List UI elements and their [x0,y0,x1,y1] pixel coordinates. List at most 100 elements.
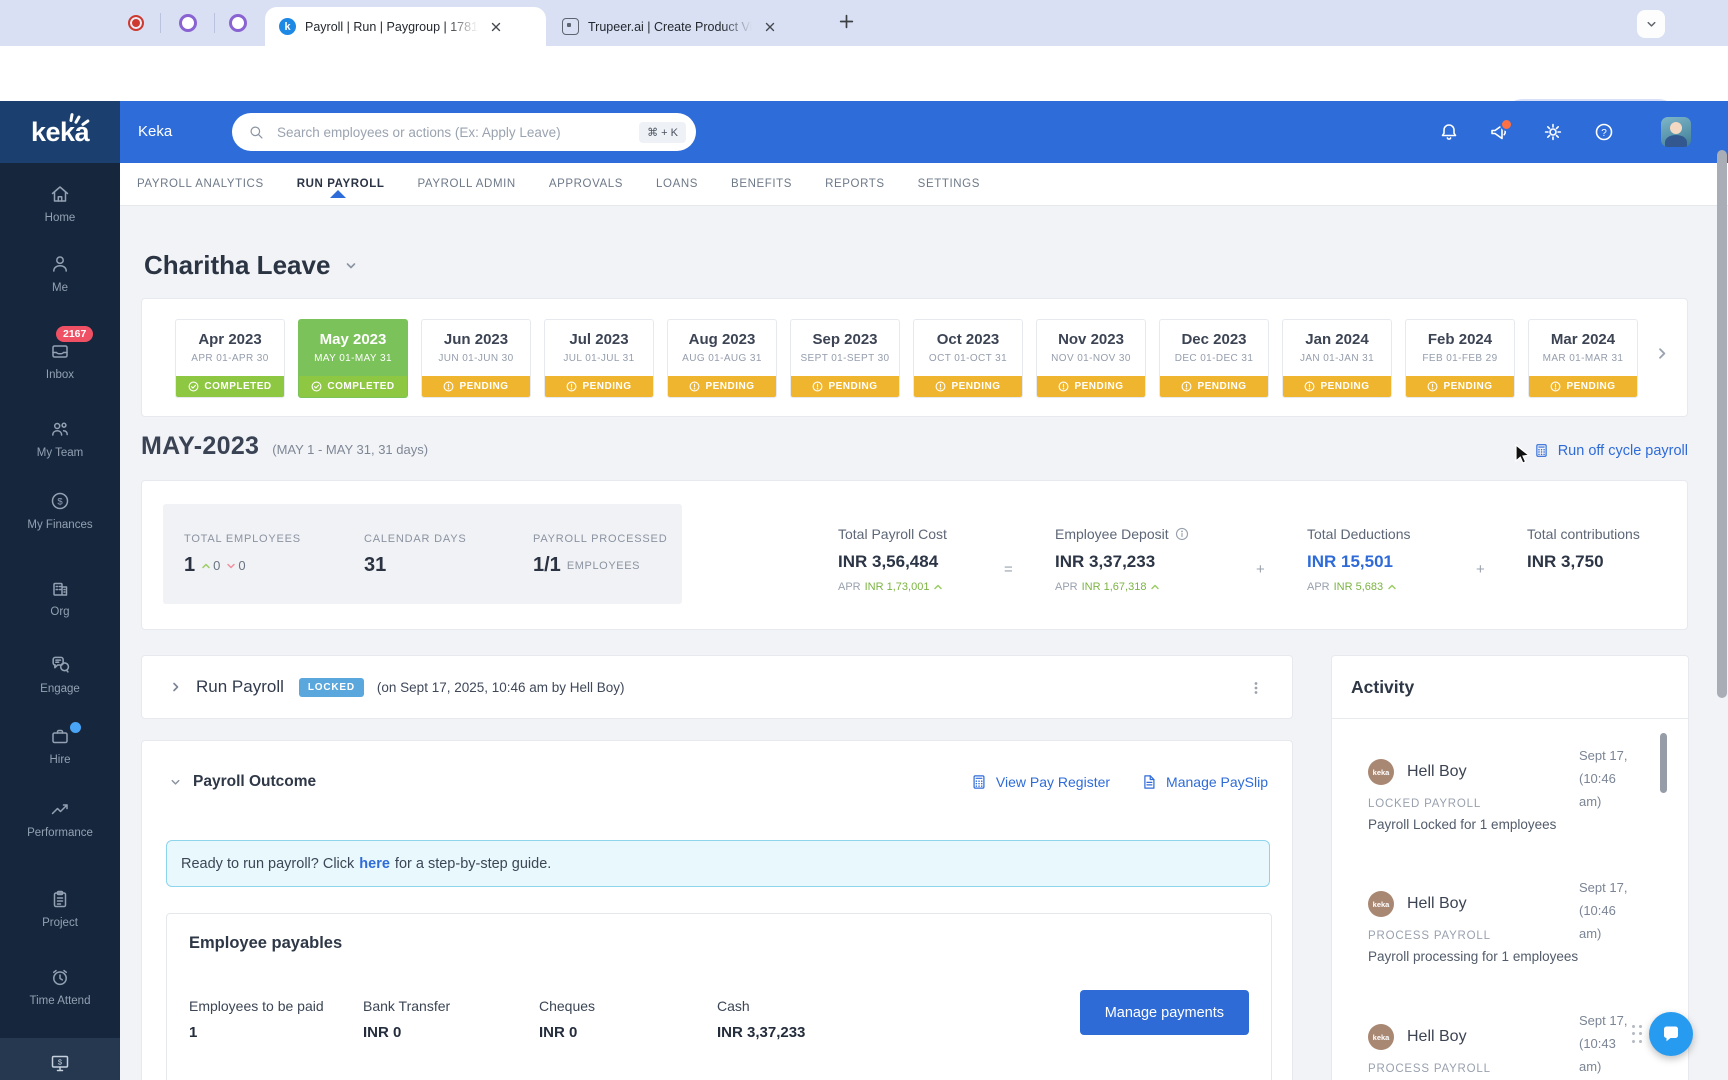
run-payroll-menu-icon[interactable] [1248,680,1264,696]
month-card-jul-2023[interactable]: Jul 2023 JUL 01-JUL 31 PENDING [544,319,654,398]
sidebar-item-time-attend[interactable]: Time Attend [0,966,120,1007]
total-deductions-link[interactable]: INR 15,501 [1307,552,1411,572]
activity-description: Payroll processing for 1 employees [1368,949,1658,964]
status-badge: PENDING [545,376,653,397]
up-chevron-icon [201,561,211,571]
up-chevron-icon[interactable] [933,582,943,592]
month-card-nov-2023[interactable]: Nov 2023 NOV 01-NOV 30 PENDING [1036,319,1146,398]
sidebar-item-my-team[interactable]: My Team [0,418,120,459]
sidebar-item-org[interactable]: Org [0,577,120,618]
pinned-extension-icon[interactable] [179,14,197,32]
tab-approvals[interactable]: APPROVALS [549,178,623,190]
activity-entry: Sept 17, (10:46 am) keka Hell Boy PROCES… [1368,876,1658,964]
close-tab-icon[interactable] [486,17,506,37]
alert-circle-icon [1058,381,1069,392]
collapse-chevron-icon[interactable] [169,776,182,789]
active-tab-indicator [330,190,346,198]
keka-logo[interactable]: keka [0,101,120,163]
tab-benefits[interactable]: BENEFITS [731,178,792,190]
equals-operator: = [1004,561,1013,578]
sidebar-item-engage[interactable]: Engage [0,653,120,695]
pinned-extension-icon[interactable] [229,14,247,32]
tab-payroll-analytics[interactable]: PAYROLL ANALYTICS [137,178,264,190]
sidebar-item-me[interactable]: Me [0,253,120,294]
period-title: MAY-2023 [141,432,259,461]
alert-circle-icon [566,381,577,392]
run-off-cycle-payroll-link[interactable]: Run off cycle payroll [1533,442,1688,459]
employees-to-be-paid-value: 1 [189,1024,197,1041]
payroll-outcome-header[interactable]: Payroll Outcome [169,773,316,791]
manage-payslip-link[interactable]: Manage PaySlip [1140,773,1268,791]
info-icon[interactable] [1175,527,1189,541]
sidebar-item-my-finances[interactable]: My Finances [0,490,120,531]
sidebar-item-inbox[interactable]: 2167 Inbox [0,340,120,381]
search-icon [248,124,265,141]
tab-run-payroll[interactable]: RUN PAYROLL [297,178,385,190]
next-months-chevron[interactable] [1654,345,1671,362]
month-card-jun-2023[interactable]: Jun 2023 JUN 01-JUN 30 PENDING [421,319,531,398]
tab-settings[interactable]: SETTINGS [918,178,980,190]
month-card-oct-2023[interactable]: Oct 2023 OCT 01-OCT 31 PENDING [913,319,1023,398]
locked-status-badge: LOCKED [299,678,364,697]
chevron-down-icon [344,259,358,273]
manage-payments-button[interactable]: Manage payments [1080,990,1249,1035]
employee-deposit-value: INR 3,37,233 [1055,552,1189,572]
sidebar-item-hire[interactable]: Hire [0,725,120,766]
status-badge: PENDING [668,376,776,397]
month-card-may-2023-selected[interactable]: May 2023 MAY 01-MAY 31 COMPLETED [298,319,408,398]
activity-title: Activity [1351,677,1414,698]
org-building-icon [49,577,71,599]
payroll-outcome-card: Payroll Outcome View Pay Register Manage… [141,740,1293,1080]
status-badge: PENDING [791,376,899,397]
recording-indicator-icon[interactable] [128,15,144,31]
period-header: MAY-2023 (MAY 1 - MAY 31, 31 days) [141,432,428,461]
team-icon [49,418,71,440]
alert-circle-icon [935,381,946,392]
activity-scrollbar[interactable] [1660,733,1667,793]
view-pay-register-link[interactable]: View Pay Register [970,773,1110,791]
month-card-feb-2024[interactable]: Feb 2024 FEB 01-FEB 29 PENDING [1405,319,1515,398]
up-chevron-icon[interactable] [1387,582,1397,592]
expand-chevron-icon[interactable] [169,680,183,694]
sidebar-item-project[interactable]: Project [0,888,120,929]
run-payroll-card: Run Payroll LOCKED (on Sept 17, 2025, 10… [141,655,1293,719]
notifications-bell-icon[interactable] [1429,112,1469,152]
activity-timestamp: Sept 17, (10:43 am) [1579,1009,1627,1078]
alert-circle-icon [1550,381,1561,392]
month-card-apr-2023[interactable]: Apr 2023 APR 01-APR 30 COMPLETED [175,319,285,398]
project-clipboard-icon [49,888,71,910]
month-card-jan-2024[interactable]: Jan 2024 JAN 01-JAN 31 PENDING [1282,319,1392,398]
new-tab-button[interactable] [838,13,855,30]
tab-reports[interactable]: REPORTS [825,178,885,190]
settings-gear-icon[interactable] [1533,112,1573,152]
month-card-aug-2023[interactable]: Aug 2023 AUG 01-AUG 31 PENDING [667,319,777,398]
chat-support-button[interactable] [1649,1012,1693,1056]
plus-operator: + [1476,561,1485,578]
tab-payroll-admin[interactable]: PAYROLL ADMIN [417,178,515,190]
sidebar-item-payroll-active[interactable] [0,1038,120,1080]
guide-here-link[interactable]: here [359,856,390,872]
month-card-sep-2023[interactable]: Sep 2023 SEPT 01-SEPT 30 PENDING [790,319,900,398]
sidebar-item-home[interactable]: Home [0,183,120,224]
page-scrollbar[interactable] [1717,150,1727,698]
tab-loans[interactable]: LOANS [656,178,698,190]
month-card-dec-2023[interactable]: Dec 2023 DEC 01-DEC 31 PENDING [1159,319,1269,398]
help-icon[interactable] [1584,112,1624,152]
payroll-guide-banner: Ready to run payroll? Click here for a s… [166,840,1270,887]
paygroup-name: Charitha Leave [144,250,330,281]
user-avatar[interactable] [1661,117,1691,147]
browser-tab-trupeer[interactable]: Trupeer.ai | Create Product Vi [548,7,822,46]
search-input[interactable] [275,124,639,141]
global-search[interactable]: ⌘ + K [232,113,696,151]
announcements-icon[interactable] [1479,112,1519,152]
payroll-module-nav: PAYROLL ANALYTICS RUN PAYROLL PAYROLL AD… [0,163,1728,206]
close-tab-icon[interactable] [760,17,780,37]
browser-tab-payroll[interactable]: k Payroll | Run | Paygroup | 1781 [265,7,546,46]
month-card-mar-2024[interactable]: Mar 2024 MAR 01-MAR 31 PENDING [1528,319,1638,398]
paygroup-title-dropdown[interactable]: Charitha Leave [144,250,358,281]
sidebar-item-performance[interactable]: Performance [0,798,120,839]
tab-search-button[interactable] [1637,10,1665,38]
widget-drag-handle[interactable] [1630,1023,1644,1045]
up-chevron-icon[interactable] [1150,582,1160,592]
user-icon [49,253,71,275]
